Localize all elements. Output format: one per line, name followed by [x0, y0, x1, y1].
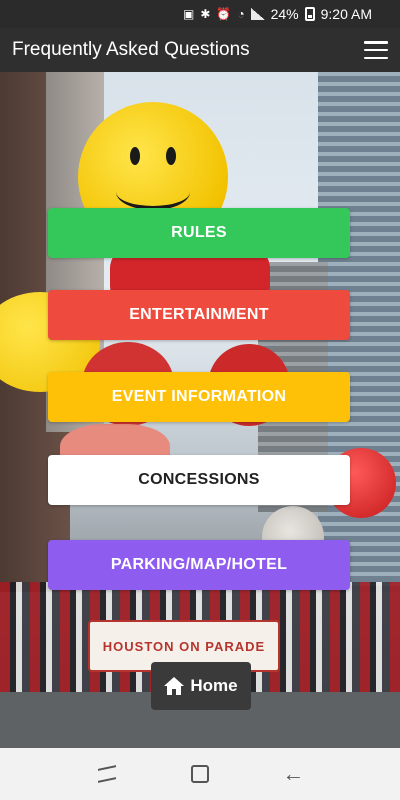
- hamburger-menu-icon[interactable]: [364, 41, 388, 59]
- clock-time: 9:20 AM: [320, 6, 372, 22]
- home-nav-icon[interactable]: [185, 759, 215, 789]
- home-button[interactable]: Home: [151, 662, 251, 710]
- bluetooth-icon: ✱: [200, 7, 211, 21]
- parade-banner-text: HOUSTON ON PARADE: [102, 638, 266, 654]
- home-button-label: Home: [190, 676, 238, 695]
- recent-apps-icon[interactable]: [92, 759, 122, 789]
- rules-button[interactable]: RULES: [48, 208, 350, 258]
- alarm-icon: ⏰: [216, 7, 232, 21]
- app-bar: Frequently Asked Questions: [0, 28, 400, 72]
- home-icon: [164, 677, 185, 695]
- image-icon: ▣: [182, 7, 195, 21]
- concessions-button[interactable]: CONCESSIONS: [48, 455, 350, 505]
- page-title: Frequently Asked Questions: [12, 39, 250, 60]
- parking-map-hotel-button[interactable]: PARKING/MAP/HOTEL: [48, 540, 350, 590]
- system-nav-bar: ←: [0, 748, 400, 800]
- battery-text: 24%: [270, 6, 299, 22]
- signal-icon: [250, 8, 265, 20]
- back-icon[interactable]: ←: [278, 759, 308, 789]
- event-information-button[interactable]: EVENT INFORMATION: [48, 372, 350, 422]
- status-bar: ▣ ✱ ⏰ ◔ 24% 9:20 AM: [0, 0, 400, 28]
- entertainment-button[interactable]: ENTERTAINMENT: [48, 290, 350, 340]
- battery-icon: [304, 7, 315, 21]
- wifi-icon: ◔: [237, 7, 245, 21]
